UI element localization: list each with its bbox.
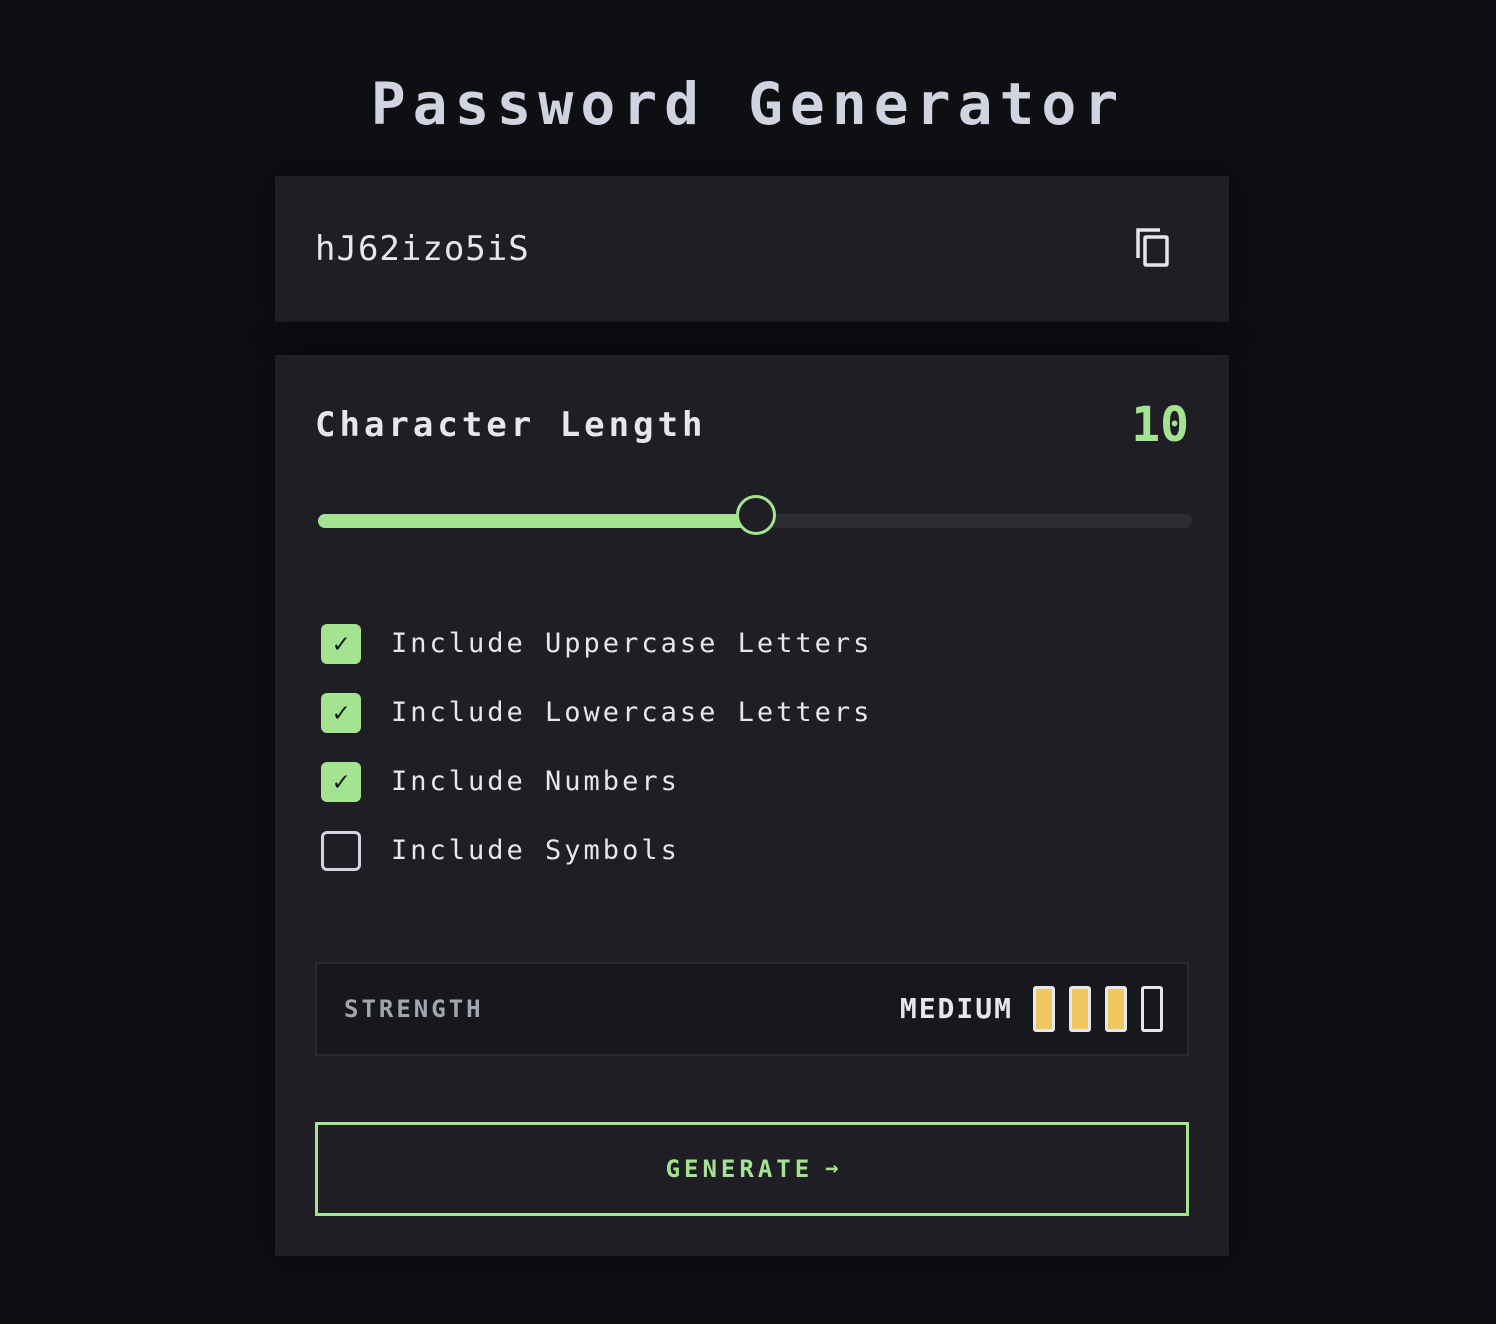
numbers-checkbox[interactable]: ✓ bbox=[321, 762, 361, 802]
character-length-value: 10 bbox=[1131, 397, 1189, 453]
strength-level: MEDIUM bbox=[899, 992, 1013, 1025]
copy-icon bbox=[1136, 228, 1169, 267]
strength-bar bbox=[1033, 986, 1055, 1032]
page-title: Password Generator bbox=[370, 70, 1126, 138]
strength-bar bbox=[1069, 986, 1091, 1032]
option-uppercase[interactable]: ✓ Include Uppercase Letters bbox=[321, 624, 1021, 664]
copy-button[interactable] bbox=[1134, 226, 1174, 272]
checkmark-icon: ✓ bbox=[333, 629, 349, 659]
option-label: Include Numbers bbox=[391, 766, 680, 797]
option-label: Include Symbols bbox=[391, 835, 680, 866]
strength-bar bbox=[1141, 986, 1163, 1032]
option-label: Include Uppercase Letters bbox=[391, 628, 873, 659]
generated-password: hJ62izo5iS bbox=[315, 229, 530, 269]
option-symbols[interactable]: Include Symbols bbox=[321, 831, 1021, 871]
lowercase-checkbox[interactable]: ✓ bbox=[321, 693, 361, 733]
options-list: ✓ Include Uppercase Letters ✓ Include Lo… bbox=[321, 624, 1021, 900]
option-label: Include Lowercase Letters bbox=[391, 697, 873, 728]
settings-panel: Character Length 10 ✓ Include Uppercase … bbox=[275, 355, 1229, 1256]
strength-meter: STRENGTH MEDIUM bbox=[315, 962, 1189, 1056]
generate-button[interactable]: GENERATE → bbox=[315, 1122, 1189, 1216]
uppercase-checkbox[interactable]: ✓ bbox=[321, 624, 361, 664]
slider-fill bbox=[318, 514, 755, 528]
strength-bars bbox=[1033, 986, 1163, 1032]
symbols-checkbox[interactable] bbox=[321, 831, 361, 871]
checkmark-icon: ✓ bbox=[333, 767, 349, 797]
character-length-label: Character Length bbox=[315, 405, 707, 445]
generate-label: GENERATE bbox=[665, 1155, 814, 1183]
strength-bar bbox=[1105, 986, 1127, 1032]
option-lowercase[interactable]: ✓ Include Lowercase Letters bbox=[321, 693, 1021, 733]
checkmark-icon: ✓ bbox=[333, 698, 349, 728]
password-output-panel: hJ62izo5iS bbox=[275, 176, 1229, 322]
slider-thumb[interactable] bbox=[736, 495, 776, 535]
strength-indicator: MEDIUM bbox=[900, 985, 1163, 1033]
length-slider[interactable] bbox=[318, 495, 1192, 535]
option-numbers[interactable]: ✓ Include Numbers bbox=[321, 762, 1021, 802]
strength-label: STRENGTH bbox=[344, 995, 484, 1023]
arrow-right-icon: → bbox=[825, 1156, 839, 1181]
